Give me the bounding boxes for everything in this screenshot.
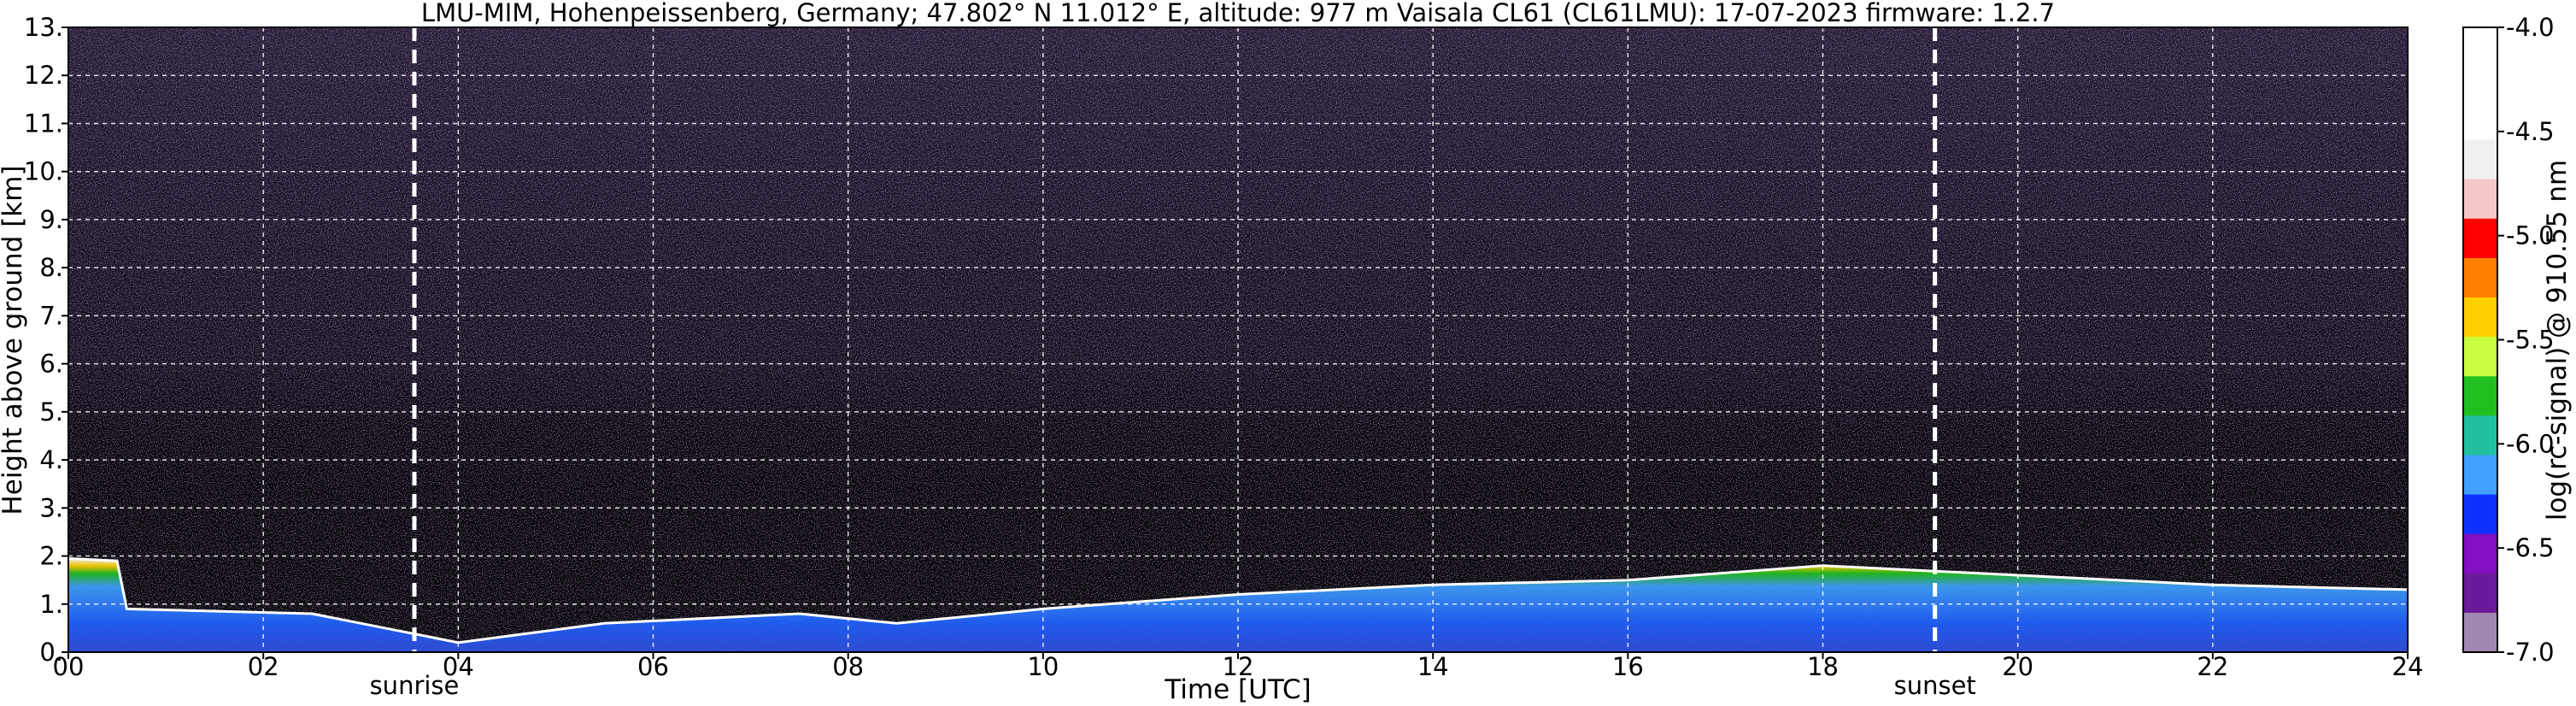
colorbar-label: log(rc-signal) @ 910.55 nm <box>2542 160 2573 521</box>
y-tick-label: 1. <box>39 590 63 619</box>
y-tick-label: 10. <box>24 157 63 186</box>
sunrise-label: sunrise <box>370 671 460 700</box>
plot-area <box>67 26 2409 653</box>
colorbar-cell <box>2463 573 2497 614</box>
ceilometer-chart: 0.1.2.3.4.5.6.7.8.9.10.11.12.13. 00 02 04 0… <box>0 0 2573 705</box>
sunset-label: sunset <box>1894 671 1976 700</box>
colorbar-cell <box>2463 494 2497 535</box>
colorbar-cell <box>2463 218 2497 259</box>
y-tick-label: 11. <box>24 109 63 138</box>
x-tick-label: 10 <box>1027 652 1059 681</box>
y-tick-label: 4. <box>39 445 63 474</box>
x-tick-label: 06 <box>637 652 669 681</box>
colorbar: -4.0-4.5-5.0-5.5-6.0-6.5-7.0 log(rc-sign… <box>2462 13 2573 667</box>
colorbar-tick-label: -4.5 <box>2506 117 2555 146</box>
colorbar-cells <box>2463 27 2497 653</box>
x-tick-label: 00 <box>53 652 85 681</box>
colorbar-cell <box>2463 139 2497 180</box>
x-tick-label: 14 <box>1417 652 1449 681</box>
colorbar-tick-label: -6.5 <box>2506 533 2555 562</box>
colorbar-cell <box>2463 376 2497 416</box>
x-tick-label: 08 <box>832 652 864 681</box>
colorbar-cell <box>2463 415 2497 456</box>
colorbar-tick-label: -7.0 <box>2506 638 2555 667</box>
y-tick-label: 7. <box>39 301 63 330</box>
colorbar-tick-label: -4.0 <box>2506 13 2555 42</box>
colorbar-cell <box>2463 27 2497 140</box>
colorbar-cell <box>2463 297 2497 338</box>
y-tick-label: 6. <box>39 350 63 379</box>
colorbar-cell <box>2463 455 2497 496</box>
y-axis: 0.1.2.3.4.5.6.7.8.9.10.11.12.13. <box>24 13 68 667</box>
x-tick-label: 18 <box>1807 652 1839 681</box>
x-tick-label: 24 <box>2392 652 2424 681</box>
y-tick-label: 9. <box>39 205 63 234</box>
x-tick-label: 02 <box>248 652 279 681</box>
y-tick-label: 12. <box>24 61 63 90</box>
y-tick-label: 8. <box>39 253 63 282</box>
y-tick-label: 3. <box>39 493 63 522</box>
colorbar-cell <box>2463 179 2497 220</box>
y-axis-label: Height above ground [km] <box>0 165 28 515</box>
x-tick-label: 22 <box>2197 652 2228 681</box>
y-tick-label: 13. <box>24 13 63 42</box>
x-tick-label: 16 <box>1612 652 1644 681</box>
colorbar-cell <box>2463 337 2497 377</box>
colorbar-cell <box>2463 612 2497 653</box>
y-tick-label: 2. <box>39 542 63 571</box>
colorbar-cell <box>2463 533 2497 574</box>
colorbar-cell <box>2463 257 2497 298</box>
y-tick-label: 5. <box>39 397 63 427</box>
x-axis-label: Time [UTC] <box>1164 674 1311 705</box>
x-tick-label: 20 <box>2002 652 2033 681</box>
chart-title: LMU-MIM, Hohenpeissenberg, Germany; 47.8… <box>421 0 2055 27</box>
